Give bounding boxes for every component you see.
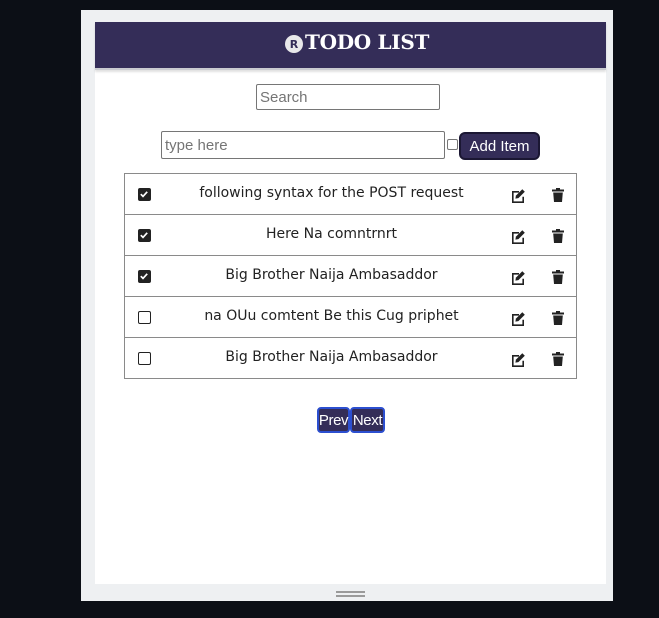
add-item-checkbox[interactable] (447, 139, 458, 150)
todo-checkbox[interactable] (138, 188, 151, 201)
todo-text: na OUu comtent Be this Cug priphet (204, 308, 459, 324)
registered-icon: R (285, 35, 303, 53)
next-button[interactable]: Next (350, 407, 385, 433)
todo-text: Big Brother Naija Ambasaddor (225, 267, 438, 283)
todo-text: Big Brother Naija Ambasaddor (225, 349, 438, 365)
edit-icon[interactable] (510, 311, 526, 327)
todo-list: following syntax for the POST request He… (124, 173, 577, 379)
todo-checkbox[interactable] (138, 311, 151, 324)
pagination: Prev Next (317, 407, 385, 433)
todo-text: following syntax for the POST request (199, 185, 464, 201)
search-input[interactable] (256, 84, 440, 110)
todo-checkbox[interactable] (138, 270, 151, 283)
trash-icon[interactable] (552, 311, 564, 325)
add-item-button[interactable]: Add Item (459, 132, 540, 160)
page-title: TODO LIST (305, 30, 430, 54)
todo-text: Here Na comntrnrt (265, 226, 398, 242)
todo-row: following syntax for the POST request (125, 174, 576, 215)
todo-checkbox[interactable] (138, 229, 151, 242)
edit-icon[interactable] (510, 229, 526, 245)
header-bar: R TODO LIST (95, 22, 606, 70)
todo-row: Here Na comntrnrt (125, 215, 576, 256)
todo-checkbox[interactable] (138, 352, 151, 365)
prev-button[interactable]: Prev (317, 407, 350, 433)
new-item-input[interactable] (161, 131, 445, 159)
todo-row: Big Brother Naija Ambasaddor (125, 338, 576, 378)
edit-icon[interactable] (510, 270, 526, 286)
resize-handle-icon[interactable] (336, 591, 365, 597)
todo-row: Big Brother Naija Ambasaddor (125, 256, 576, 297)
trash-icon[interactable] (552, 188, 564, 202)
trash-icon[interactable] (552, 229, 564, 243)
todo-panel: R TODO LIST Add Item following syntax fo… (95, 22, 606, 584)
todo-row: na OUu comtent Be this Cug priphet (125, 297, 576, 338)
app-frame: R TODO LIST Add Item following syntax fo… (81, 10, 613, 601)
trash-icon[interactable] (552, 270, 564, 284)
header-title-group: R TODO LIST (285, 30, 429, 54)
edit-icon[interactable] (510, 188, 526, 204)
trash-icon[interactable] (552, 352, 564, 366)
edit-icon[interactable] (510, 352, 526, 368)
